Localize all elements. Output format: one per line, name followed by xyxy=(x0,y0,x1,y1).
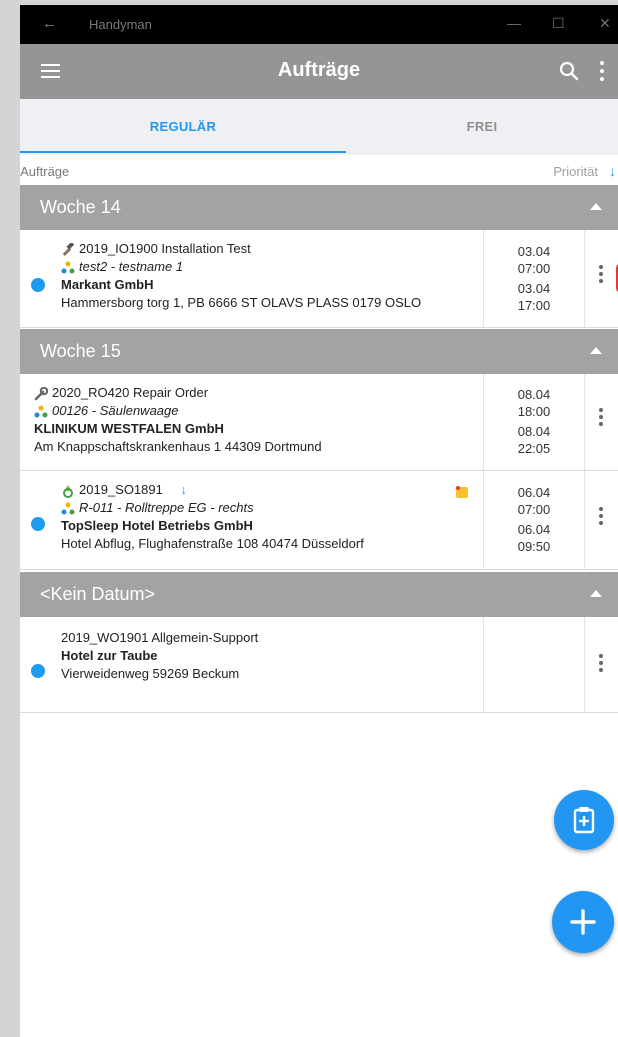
order-address: Am Knappschaftskrankenhaus 1 44309 Dortm… xyxy=(34,439,322,454)
order-count: 4 Aufträge xyxy=(20,164,70,179)
sort-bar: 4 Aufträge Priorität ↓ xyxy=(20,159,618,185)
section-header-kein-datum[interactable]: <Kein Datum> xyxy=(20,572,618,617)
order-object-row: R-011 - Rolltreppe EG - rechts xyxy=(61,500,254,516)
new-order-from-template-button[interactable] xyxy=(554,790,614,850)
app-window: ← Handyman — ☐ ✕ Aufträge REGULÄR FREI 4… xyxy=(20,5,618,1037)
order-object: test2 - testname 1 xyxy=(79,259,184,274)
clipboard-plus-icon xyxy=(573,807,595,834)
section-header-woche-14[interactable]: Woche 14 xyxy=(20,185,618,230)
tab-regular[interactable]: REGULÄR xyxy=(20,99,346,155)
wrench-icon xyxy=(34,386,48,400)
start-time: 07:00 xyxy=(517,502,551,517)
tab-indicator xyxy=(20,151,346,153)
order-customer: KLINIKUM WESTFALEN GmbH xyxy=(34,421,224,436)
status-dot xyxy=(31,664,45,678)
order-customer: Hotel zur Taube xyxy=(61,648,158,663)
order-object-row: test2 - testname 1 xyxy=(61,259,183,275)
section-header-woche-15[interactable]: Woche 15 xyxy=(20,329,618,374)
recycle-icon xyxy=(63,484,73,498)
order-card[interactable]: 2019_IO1900 Installation Test test2 - te… xyxy=(20,230,618,328)
order-card[interactable]: 2019_SO1891 ↓ R-011 - Rolltreppe EG - re… xyxy=(20,471,618,570)
order-title: 2019_IO1900 Installation Test xyxy=(79,241,251,256)
note-icon[interactable] xyxy=(455,485,469,499)
start-time: 18:00 xyxy=(517,404,551,419)
order-title-row: 2019_SO1891 ↓ xyxy=(61,482,187,498)
order-object: 00126 - Säulenwaage xyxy=(52,403,179,418)
order-customer: Markant GmbH xyxy=(61,277,154,292)
collapse-icon[interactable] xyxy=(590,590,602,597)
order-menu-icon[interactable] xyxy=(599,507,603,528)
hammer-icon xyxy=(62,242,75,256)
end-date: 08.04 xyxy=(517,424,551,439)
tab-frei[interactable]: FREI xyxy=(346,99,618,155)
collapse-icon[interactable] xyxy=(590,347,602,354)
window-titlebar: ← Handyman — ☐ ✕ xyxy=(20,5,618,44)
order-title: 2019_WO1901 Allgemein-Support xyxy=(61,630,259,645)
object-group-icon xyxy=(61,261,75,274)
start-time: 07:00 xyxy=(517,261,551,276)
order-card[interactable]: 2019_WO1901 Allgemein-Support Hotel zur … xyxy=(20,617,618,713)
window-title: Handyman xyxy=(89,17,152,32)
order-menu-icon[interactable] xyxy=(599,265,603,286)
section-label: Woche 14 xyxy=(40,197,121,217)
search-icon[interactable] xyxy=(559,61,579,81)
tab-bar: REGULÄR FREI xyxy=(20,99,618,155)
object-group-icon xyxy=(34,405,48,418)
section-label: <Kein Datum> xyxy=(40,584,156,604)
order-menu-icon[interactable] xyxy=(599,654,603,675)
section-label: Woche 15 xyxy=(40,341,121,361)
priority-down-icon: ↓ xyxy=(180,482,187,497)
order-title-row: 2020_RO420 Repair Order xyxy=(34,385,208,401)
plus-icon xyxy=(570,909,596,935)
order-dates: 08.04 18:00 08.04 22:05 xyxy=(484,386,584,457)
order-card[interactable]: 2020_RO420 Repair Order 00126 - Säulenwa… xyxy=(20,374,618,471)
close-icon[interactable]: ✕ xyxy=(599,15,611,32)
back-arrow-icon[interactable]: ← xyxy=(42,15,57,32)
start-date: 08.04 xyxy=(517,387,551,402)
order-menu-icon[interactable] xyxy=(599,408,603,429)
status-dot xyxy=(31,278,45,292)
order-title-row: 2019_IO1900 Installation Test xyxy=(61,241,251,257)
order-object-row: 00126 - Säulenwaage xyxy=(34,403,179,419)
order-title: 2020_RO420 Repair Order xyxy=(52,385,209,400)
order-dates: 03.04 07:00 03.04 17:00 xyxy=(484,243,584,314)
order-dates: 06.04 07:00 06.04 09:50 xyxy=(484,484,584,555)
end-time: 22:05 xyxy=(517,441,551,456)
order-address: Hotel Abflug, Flughafenstraße 108 40474 … xyxy=(61,536,364,551)
order-object: R-011 - Rolltreppe EG - rechts xyxy=(79,500,254,515)
sort-priority-button[interactable]: Priorität xyxy=(553,164,598,179)
order-address: Vierweidenweg 59269 Beckum xyxy=(61,666,240,681)
order-title: 2019_SO1891 xyxy=(79,482,163,497)
maximize-icon[interactable]: ☐ xyxy=(552,15,565,32)
more-vert-icon[interactable] xyxy=(599,61,605,81)
order-address: Hammersborg torg 1, PB 6666 ST OLAVS PLA… xyxy=(61,295,422,310)
page-title: Aufträge xyxy=(277,59,361,81)
start-date: 03.04 xyxy=(517,244,551,259)
minimize-icon[interactable]: — xyxy=(507,15,521,31)
add-order-button[interactable] xyxy=(552,891,614,953)
end-time: 09:50 xyxy=(517,539,551,554)
app-bar: Aufträge xyxy=(20,44,618,99)
collapse-icon[interactable] xyxy=(590,203,602,210)
order-customer: TopSleep Hotel Betriebs GmbH xyxy=(61,518,253,533)
end-date: 03.04 xyxy=(517,281,551,296)
sort-direction-icon[interactable]: ↓ xyxy=(609,163,616,179)
start-date: 06.04 xyxy=(517,485,551,500)
status-dot xyxy=(31,517,45,531)
end-date: 06.04 xyxy=(517,522,551,537)
object-group-icon xyxy=(61,502,75,515)
end-time: 17:00 xyxy=(517,298,551,313)
